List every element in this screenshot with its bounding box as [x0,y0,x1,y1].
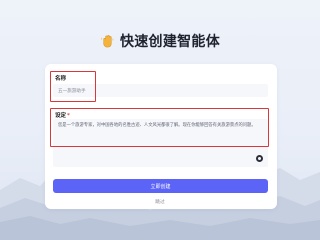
skip-link[interactable]: 跳过 [0,198,320,205]
page-header: 快速创建智能体 [0,31,320,51]
optimize-icon[interactable] [256,155,263,162]
hand-wave-icon [101,34,114,47]
name-highlight-box [50,71,96,102]
page-title: 快速创建智能体 [119,34,221,50]
setting-highlight-box [50,108,269,147]
create-now-button[interactable]: 立即创建 [53,179,268,193]
